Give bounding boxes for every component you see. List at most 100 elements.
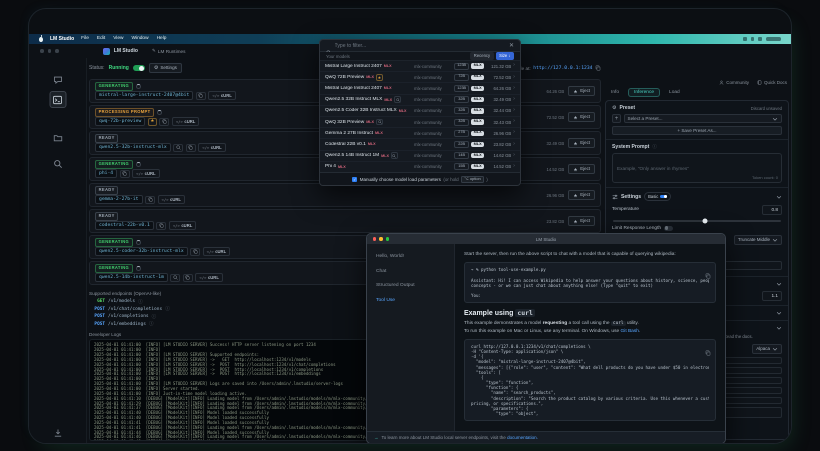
endpoint-path[interactable]: /v1/chat/completions xyxy=(108,307,162,312)
curl-tag[interactable]: </>cURL xyxy=(169,221,196,230)
window-close-button[interactable] xyxy=(40,49,44,53)
model-picker-row[interactable]: Mistral Large Instruct 2407MLXmlx-commun… xyxy=(320,61,520,72)
info-icon[interactable]: ⓘ xyxy=(152,315,157,320)
copy-button[interactable] xyxy=(159,118,169,126)
model-identifier[interactable]: gemma-2-27b-it xyxy=(95,195,143,204)
model-identifier[interactable]: qwen2.5-14b-instruct-1m xyxy=(95,273,168,282)
template-style-select[interactable]: Alpaca xyxy=(752,344,782,354)
load-params-checkbox[interactable]: ✓ xyxy=(352,177,357,182)
model-filter-input[interactable] xyxy=(335,43,506,49)
curl-tag[interactable]: </>cURL xyxy=(195,273,222,282)
window-close-button[interactable] xyxy=(373,237,376,240)
chat-icon[interactable] xyxy=(53,72,63,82)
curl-tag[interactable]: </>cURL xyxy=(132,169,159,178)
search-icon-button[interactable] xyxy=(170,274,180,282)
menubar-item-edit[interactable]: Edit xyxy=(97,37,105,42)
downloads-icon[interactable] xyxy=(53,425,63,435)
my-models-folder-icon[interactable] xyxy=(53,130,63,140)
copy-button[interactable] xyxy=(120,170,130,178)
workspace-label[interactable]: ✎ LM Runtimes xyxy=(152,48,186,54)
info-icon[interactable]: ⓘ xyxy=(165,307,170,312)
close-icon[interactable]: ✕ xyxy=(509,43,514,49)
developer-icon[interactable] xyxy=(49,91,66,108)
eject-button[interactable]: Eject xyxy=(568,138,595,148)
model-identifier[interactable]: qwen2.5-coder-32b-instruct-mlx xyxy=(95,247,188,256)
eject-button[interactable]: Eject xyxy=(568,164,595,174)
info-icon[interactable]: ⓘ xyxy=(138,300,143,305)
copy-button[interactable] xyxy=(190,248,200,256)
server-toggle[interactable] xyxy=(133,65,145,72)
save-preset-button[interactable]: + Save Preset As... xyxy=(612,126,782,135)
repeat-penalty-value[interactable]: 1.1 xyxy=(762,291,782,301)
server-url[interactable]: http://127.0.0.1:1234 xyxy=(533,66,592,71)
eject-button[interactable]: Eject xyxy=(568,86,595,96)
info-icon[interactable]: ⓘ xyxy=(652,145,656,149)
search-icon-button[interactable] xyxy=(173,144,183,152)
git-bash-link[interactable]: Git Bash xyxy=(621,329,639,334)
curl-tag[interactable]: </>cURL xyxy=(158,195,185,204)
copy-url-icon[interactable] xyxy=(595,65,601,71)
eject-button[interactable]: Eject xyxy=(568,216,595,226)
sort-recency-button[interactable]: Recency xyxy=(470,52,493,59)
system-prompt-textarea[interactable]: Example, "Only answer in rhymes" Token c… xyxy=(612,153,782,183)
endpoint-path[interactable]: /v1/models xyxy=(108,299,135,304)
menubar-clock[interactable] xyxy=(766,37,781,41)
model-picker-row[interactable]: QwQ 32B PreviewMLXmlx-community32BMLX32.… xyxy=(320,117,520,128)
copy-code-icon[interactable] xyxy=(705,343,711,349)
docs-nav-hello-world-[interactable]: Hello, World! xyxy=(376,254,445,259)
model-picker-row[interactable]: Codestral 22B v0.1MLXmlx-community22BMLX… xyxy=(320,139,520,150)
menubar-extra-icon[interactable] xyxy=(751,37,755,41)
discard-unsaved-link[interactable]: Discard unsaved xyxy=(751,106,782,111)
link-community[interactable]: Community xyxy=(719,80,749,85)
chevron-down-icon[interactable] xyxy=(776,325,782,331)
window-minimize-button[interactable] xyxy=(48,49,52,53)
docs-content[interactable]: Start the server, then run the above scr… xyxy=(455,244,725,431)
tab-inference[interactable]: Inference xyxy=(628,88,660,97)
model-picker-row[interactable]: Phi 4MLXmlx-community15BMLX14.52 GB› xyxy=(320,162,520,172)
endpoint-path[interactable]: /v1/completions xyxy=(108,314,149,319)
copy-code-icon[interactable] xyxy=(705,266,711,272)
temperature-value[interactable]: 0.8 xyxy=(762,205,782,215)
chevron-down-icon[interactable] xyxy=(776,310,782,316)
info-icon[interactable]: ⓘ xyxy=(149,322,154,327)
menubar-extra-icon[interactable] xyxy=(743,37,747,41)
model-identifier[interactable]: codestral-22b-v0.1 xyxy=(95,221,154,230)
curl-tag[interactable]: </>cURL xyxy=(203,247,230,256)
menubar-app-name[interactable]: LM Studio xyxy=(50,37,74,42)
model-identifier[interactable]: qwq-72b-preview xyxy=(95,117,145,126)
model-identifier[interactable]: qwen2.5-32b-instruct-mlx xyxy=(95,143,171,152)
menubar-item-file[interactable]: File xyxy=(81,37,89,42)
model-picker-row[interactable]: QwQ 72B PreviewMLX★mlx-community72BMLX72… xyxy=(320,72,520,83)
menubar-extra-icon[interactable] xyxy=(758,37,762,41)
sort-size-button[interactable]: Size ↓ xyxy=(496,52,514,59)
window-zoom-button[interactable] xyxy=(55,49,59,53)
docs-nav-chat[interactable]: Chat xyxy=(376,269,445,274)
tab-info[interactable]: Info xyxy=(605,88,625,97)
apple-menu-icon[interactable] xyxy=(39,37,43,42)
eject-button[interactable]: Eject xyxy=(568,112,595,122)
curl-tag[interactable]: </>cURL xyxy=(208,91,235,100)
window-minimize-button[interactable] xyxy=(379,237,382,240)
menubar-item-window[interactable]: Window xyxy=(132,37,149,42)
curl-tag[interactable]: </>cURL xyxy=(172,117,199,126)
docs-nav-structured-output[interactable]: Structured Output xyxy=(376,283,445,288)
limit-response-toggle[interactable] xyxy=(664,226,673,231)
model-picker-row[interactable]: Mistral Large Instruct 2407MLXmlx-commun… xyxy=(320,83,520,94)
copy-button[interactable] xyxy=(186,144,196,152)
window-zoom-button[interactable] xyxy=(386,237,389,240)
documentation-link[interactable]: documentation. xyxy=(507,435,538,440)
eject-button[interactable]: Eject xyxy=(568,190,595,200)
model-picker-row[interactable]: Qwen2.5 32B Instruct MLXMLXmlx-community… xyxy=(320,95,520,106)
star-icon[interactable]: ★ xyxy=(148,118,157,126)
chevron-down-icon[interactable] xyxy=(776,194,782,200)
menubar-item-view[interactable]: View xyxy=(113,37,123,42)
server-settings-button[interactable]: ⚙ Settings xyxy=(149,63,182,73)
chevron-down-icon[interactable] xyxy=(776,281,782,287)
new-preset-button[interactable]: + xyxy=(612,114,621,123)
model-picker-row[interactable]: Gemma 2 27B InstructMLXmlx-community27BM… xyxy=(320,128,520,139)
endpoint-path[interactable]: /v1/embeddings xyxy=(108,322,146,327)
copy-button[interactable] xyxy=(196,92,206,100)
model-identifier[interactable]: mistral-large-instruct-2407@4bit xyxy=(95,91,193,100)
tab-load[interactable]: Load xyxy=(663,88,686,97)
context-overflow-select[interactable]: Truncate Middle xyxy=(734,235,782,245)
